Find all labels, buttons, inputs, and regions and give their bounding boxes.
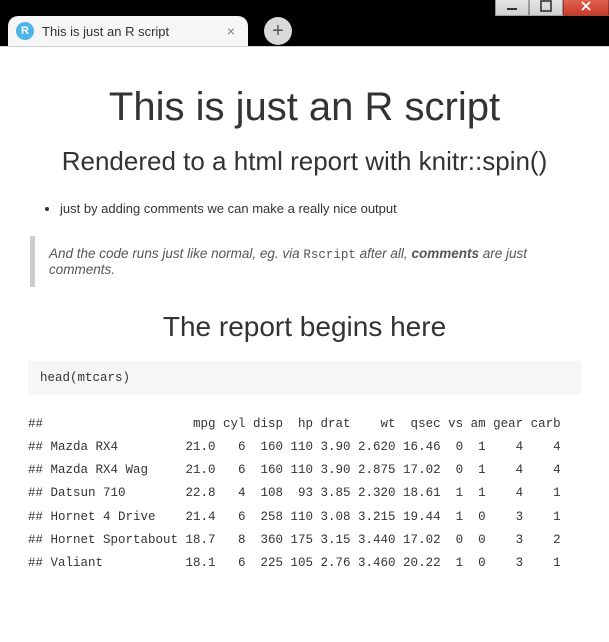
quote-text: And the code runs just like normal, eg. …: [49, 246, 303, 261]
browser-tab[interactable]: R This is just an R script ×: [8, 16, 248, 46]
tab-close-icon[interactable]: ×: [224, 24, 238, 38]
quote-text: after all,: [356, 246, 412, 261]
browser-window: R This is just an R script × + This is j…: [0, 0, 609, 642]
tab-favicon: R: [16, 22, 34, 40]
inline-code: Rscript: [303, 248, 356, 262]
minimize-icon: [506, 0, 518, 12]
list-item: just by adding comments we can make a re…: [60, 201, 581, 216]
new-tab-button[interactable]: +: [264, 17, 292, 45]
section-heading: The report begins here: [28, 311, 581, 343]
maximize-button[interactable]: [529, 0, 563, 16]
page-title: This is just an R script: [28, 85, 581, 130]
window-titlebar: [0, 0, 609, 10]
window-controls: [495, 0, 609, 16]
close-icon: [580, 0, 592, 12]
tab-title: This is just an R script: [42, 24, 224, 39]
page-subtitle: Rendered to a html report with knitr::sp…: [28, 144, 581, 179]
maximize-icon: [540, 0, 552, 12]
code-output: ## mpg cyl disp hp drat wt qsec vs am ge…: [28, 413, 581, 575]
close-button[interactable]: [563, 0, 609, 16]
blockquote: And the code runs just like normal, eg. …: [30, 236, 581, 287]
minimize-button[interactable]: [495, 0, 529, 16]
page-viewport[interactable]: This is just an R script Rendered to a h…: [0, 46, 609, 642]
document: This is just an R script Rendered to a h…: [0, 47, 609, 615]
code-block: head(mtcars): [28, 361, 581, 395]
notes-list: just by adding comments we can make a re…: [60, 201, 581, 216]
quote-emphasis: comments: [411, 246, 479, 261]
